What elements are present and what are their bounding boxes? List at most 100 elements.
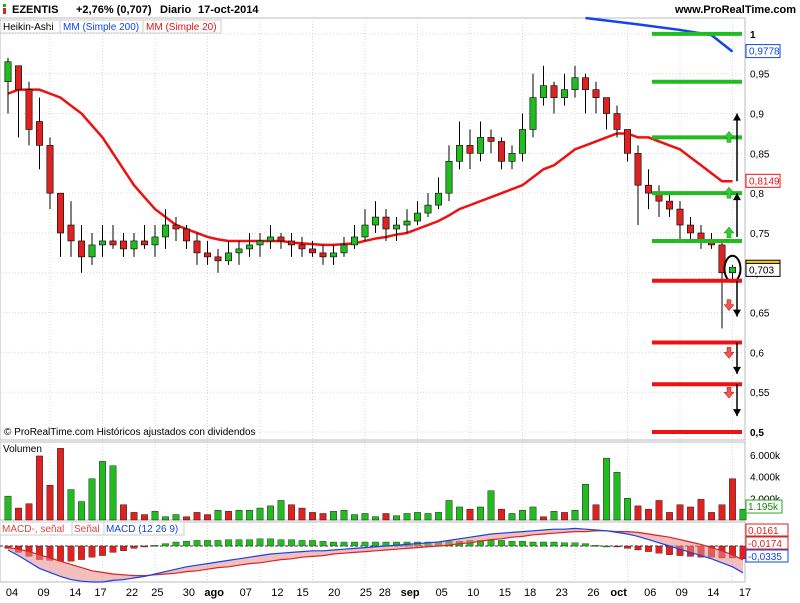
volume-bar [393, 515, 400, 521]
volume-bar [613, 472, 621, 521]
volume-bar [225, 511, 232, 521]
macd-legend-2: Señal [74, 524, 100, 535]
volume-bar [183, 516, 190, 521]
volume-bar [435, 512, 442, 521]
candle-body [288, 240, 295, 246]
macd-histogram-bar [67, 545, 75, 562]
volume-bar [120, 504, 127, 521]
price-ytick-label: 0,8 [750, 189, 764, 200]
macd-legend-3: MACD (12 26 9) [106, 524, 178, 535]
candle-body [519, 129, 526, 154]
x-tick-label: 25 [151, 587, 163, 599]
x-tick-label: 06 [644, 587, 656, 599]
candle-body [487, 137, 495, 142]
candle-body [330, 252, 337, 258]
macd-histogram-bar [88, 545, 96, 558]
candle-body [435, 192, 442, 206]
price-legend: Heikin-Ashi MM (Simple 200) MM (Simple 2… [0, 19, 222, 34]
candle-body [67, 224, 75, 242]
candle-body [414, 212, 421, 222]
price-ytick-label: 0,75 [750, 229, 770, 240]
candle-body [172, 224, 180, 230]
legend-heikin: Heikin-Ashi [3, 22, 54, 33]
macd-histogram-bar [172, 541, 180, 547]
change-label: +2,76% (0,707) [76, 4, 152, 16]
legend-sma20: MM (Simple 20) [146, 22, 217, 33]
candle-body [88, 244, 96, 258]
volume-bar [351, 514, 358, 521]
macd-histogram-bar [351, 541, 358, 547]
volume-bar [267, 505, 274, 521]
macd-histogram-bar [550, 541, 558, 547]
volume-bar [193, 512, 201, 521]
macd-histogram-bar [666, 545, 673, 555]
volume-bar [424, 513, 432, 521]
volume-bar [172, 514, 180, 521]
volume-bar [256, 507, 264, 521]
macd-histogram-bar [277, 539, 285, 547]
volume-title: Volumen [3, 444, 42, 455]
candle-body [550, 85, 558, 98]
candle-body [393, 224, 400, 230]
volume-bar [519, 510, 526, 521]
volume-bar [141, 514, 148, 521]
volume-bar [214, 510, 222, 521]
price-ytick-label: 0,65 [750, 309, 770, 320]
volume-bar [204, 514, 211, 521]
macd-histogram-bar [225, 539, 232, 547]
price-ytick-label: 0,55 [750, 388, 770, 399]
candle-body [193, 240, 201, 254]
candle-body [582, 77, 589, 90]
macd-legend: MACD-, señal Señal MACD (12 26 9) [0, 521, 185, 536]
volume-bar [466, 508, 474, 521]
macd-histogram-bar [645, 545, 652, 552]
volume-bar [36, 455, 43, 521]
candle-body [729, 266, 736, 274]
volume-bar [655, 500, 663, 521]
macd-histogram-bar [288, 539, 295, 547]
macd-histogram-bar [571, 542, 579, 547]
candle-body [151, 236, 159, 246]
volume-bar [540, 516, 547, 521]
volume-bar [739, 508, 747, 521]
macd-histogram-bar [120, 545, 127, 551]
macd-histogram-bar [330, 541, 337, 547]
period-label: Diario [160, 4, 191, 16]
price-tag-label: 0,8149 [749, 176, 780, 187]
candle-body [15, 65, 22, 90]
volume-bar [130, 512, 138, 521]
macd-legend-1: MACD-, señal [2, 524, 64, 535]
volume-bar [498, 508, 505, 521]
volume-bar [403, 513, 411, 521]
volume-bar [319, 513, 327, 521]
macd-histogram-bar [130, 545, 138, 549]
volume-bar [340, 510, 348, 521]
volume-bar [487, 490, 495, 521]
volume-last-label: 1.195k [748, 502, 779, 513]
x-tick-label: 05 [436, 587, 448, 599]
volume-bar [361, 513, 369, 521]
candle-body [225, 252, 232, 262]
candle-body [183, 228, 190, 242]
volume-bar [235, 510, 243, 521]
candle-body [540, 85, 547, 98]
x-tick-label: sep [401, 587, 420, 599]
candle-body [46, 145, 54, 194]
candle-body [25, 89, 33, 130]
heikin-logo-icon [3, 4, 6, 7]
macd-histogram-bar [361, 541, 369, 547]
macd-histogram-bar [340, 541, 348, 547]
candle-body [603, 97, 610, 114]
volume-bar [99, 461, 106, 521]
macd-histogram-bar [246, 539, 253, 547]
x-tick-label: ago [204, 587, 224, 599]
volume-bar [277, 500, 285, 521]
x-tick-label: 09 [676, 587, 688, 599]
candle-body [109, 240, 117, 246]
x-tick-label: 20 [328, 587, 340, 599]
volume-ytick-label: 4.000k [750, 473, 781, 484]
price-tag: 0,703 [745, 262, 781, 277]
candle-body [246, 244, 253, 250]
volume-bar [718, 504, 726, 521]
volume-bar [382, 513, 390, 521]
